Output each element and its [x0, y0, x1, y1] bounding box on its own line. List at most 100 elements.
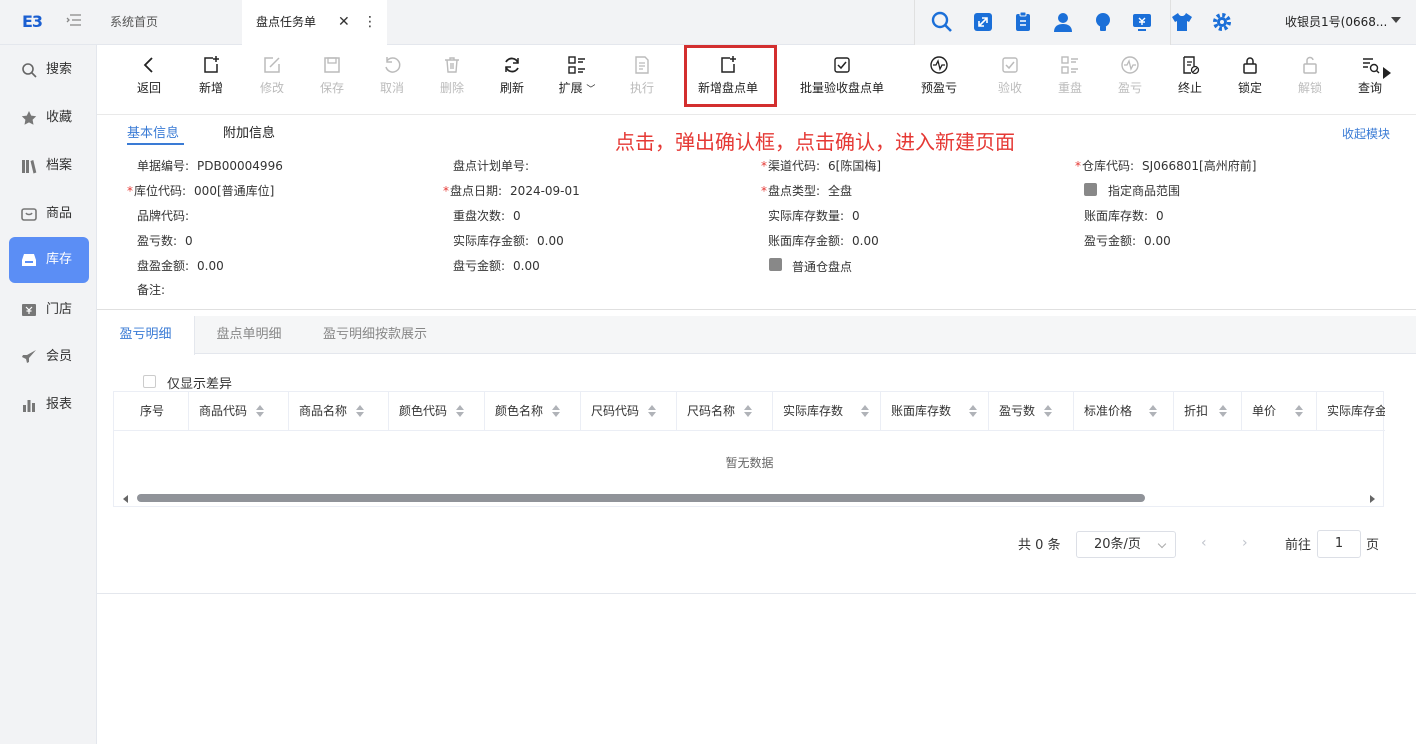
sidebar-item-reports[interactable]: 报表 [9, 382, 89, 428]
column-header[interactable]: 商品代码 [189, 392, 289, 431]
sidebar-item-archive[interactable]: 档案 [9, 143, 89, 189]
clipboard-icon[interactable] [1012, 11, 1034, 33]
more-icon[interactable]: ⋮ [363, 0, 377, 45]
spec-range-checkbox[interactable] [1084, 183, 1097, 196]
user-menu[interactable]: 收银员1号(0668... [1285, 0, 1387, 45]
user-icon[interactable] [1052, 11, 1074, 33]
expand-menu[interactable]: 扩展 ﹀ [556, 55, 598, 103]
checkbox-box[interactable] [143, 375, 156, 388]
tab-stocktake-detail[interactable]: 盘点单明细 [195, 316, 303, 354]
add-button[interactable]: 新增 [199, 55, 223, 103]
tab-profit-by-style[interactable]: 盈亏明细按款展示 [307, 316, 443, 354]
field-label: 盈亏数: [137, 234, 178, 248]
sort-asc-icon[interactable] [356, 405, 364, 410]
field-doc-no: 单据编号: PDB00004996 [137, 157, 283, 174]
sidebar-item-store[interactable]: 门店 [9, 287, 89, 333]
sidebar-item-products[interactable]: 商品 [9, 191, 89, 237]
sort-desc-icon[interactable] [861, 412, 869, 417]
lock-button[interactable]: 锁定 [1238, 55, 1262, 103]
normal-wh-checkbox[interactable] [769, 258, 782, 271]
sort-desc-icon[interactable] [969, 412, 977, 417]
prev-page-button[interactable]: ‹ [1201, 535, 1207, 551]
column-header[interactable]: 盈亏数 [989, 392, 1074, 431]
sidebar-item-inventory[interactable]: 库存 [9, 237, 89, 283]
close-icon[interactable]: ✕ [338, 0, 350, 45]
sort-asc-icon[interactable] [1295, 405, 1303, 410]
sort-desc-icon[interactable] [744, 412, 752, 417]
fullscreen-icon[interactable] [972, 11, 994, 33]
next-page-button[interactable]: › [1242, 535, 1248, 551]
sort-desc-icon[interactable] [648, 412, 656, 417]
column-header[interactable]: 单价 [1242, 392, 1317, 431]
tab-stocktake-task[interactable]: 盘点任务单 ✕ ⋮ [242, 0, 387, 45]
verify-button[interactable]: 验收 [998, 55, 1022, 103]
sort-asc-icon[interactable] [552, 405, 560, 410]
sort-asc-icon[interactable] [861, 405, 869, 410]
sidebar-item-favorites[interactable]: 收藏 [9, 95, 89, 141]
search-icon[interactable] [931, 11, 953, 33]
sort-desc-icon[interactable] [1044, 412, 1052, 417]
save-button[interactable]: 保存 [320, 55, 344, 103]
execute-button[interactable]: 执行 [630, 55, 654, 103]
batch-verify-button[interactable]: 批量验收盘点单 [800, 55, 884, 103]
column-header[interactable]: 颜色代码 [389, 392, 485, 431]
sort-desc-icon[interactable] [456, 412, 464, 417]
scroll-left-icon[interactable] [123, 495, 128, 503]
collapse-module-link[interactable]: 收起模块 [1342, 125, 1390, 142]
sidebar-item-search[interactable]: 搜索 [9, 47, 89, 93]
only-diff-label: 仅显示差异 [167, 377, 233, 392]
back-button[interactable]: 返回 [137, 55, 161, 103]
menu-toggle-icon[interactable] [66, 13, 84, 29]
sort-desc-icon[interactable] [1149, 412, 1157, 417]
sort-desc-icon[interactable] [356, 412, 364, 417]
column-header[interactable]: 折扣 [1174, 392, 1242, 431]
edit-button[interactable]: 修改 [260, 55, 284, 103]
unlock-button[interactable]: 解锁 [1298, 55, 1322, 103]
sort-asc-icon[interactable] [969, 405, 977, 410]
sidebar-item-member[interactable]: 会员 [9, 334, 89, 380]
sort-desc-icon[interactable] [256, 412, 264, 417]
shirt-icon[interactable] [1171, 11, 1193, 33]
field-channel: *渠道代码: 6[陈国梅] [761, 157, 881, 174]
sort-asc-icon[interactable] [1044, 405, 1052, 410]
column-header[interactable]: 实际库存金 [1317, 392, 1385, 431]
sort-asc-icon[interactable] [744, 405, 752, 410]
column-header[interactable]: 商品名称 [289, 392, 389, 431]
terminate-button[interactable]: 终止 [1178, 55, 1202, 103]
sort-asc-icon[interactable] [456, 405, 464, 410]
query-button[interactable]: 查询 [1358, 55, 1382, 103]
tab-extra-info[interactable]: 附加信息 [223, 122, 275, 141]
horizontal-scrollbar[interactable] [114, 492, 1385, 506]
column-header[interactable]: 实际库存数 [773, 392, 881, 431]
tab-basic-info[interactable]: 基本信息 [127, 122, 179, 141]
sort-asc-icon[interactable] [1149, 405, 1157, 410]
sort-desc-icon[interactable] [1219, 412, 1227, 417]
chevron-down-icon[interactable] [1391, 17, 1401, 23]
sort-asc-icon[interactable] [648, 405, 656, 410]
sort-asc-icon[interactable] [256, 405, 264, 410]
cancel-button[interactable]: 取消 [380, 55, 404, 103]
page-size-select[interactable]: 20条/页 [1076, 531, 1176, 558]
column-header[interactable]: 颜色名称 [485, 392, 581, 431]
scrollbar-thumb[interactable] [137, 494, 1145, 502]
sort-desc-icon[interactable] [552, 412, 560, 417]
column-header[interactable]: 尺码代码 [581, 392, 677, 431]
bulb-icon[interactable] [1092, 11, 1114, 33]
cashier-icon[interactable] [1131, 11, 1153, 33]
column-header[interactable]: 尺码名称 [677, 392, 773, 431]
delete-button[interactable]: 删除 [440, 55, 464, 103]
refresh-button[interactable]: 刷新 [500, 55, 524, 103]
tab-profit-detail[interactable]: 盈亏明细 [97, 316, 195, 355]
profit-button[interactable]: 盈亏 [1118, 55, 1142, 103]
recount-button[interactable]: 重盘 [1058, 55, 1082, 103]
scroll-right-icon[interactable] [1370, 495, 1375, 503]
page-input[interactable]: 1 [1317, 530, 1361, 558]
sort-desc-icon[interactable] [1295, 412, 1303, 417]
tab-home[interactable]: 系统首页 [96, 0, 241, 45]
scroll-right-icon[interactable] [1383, 67, 1391, 79]
column-header[interactable]: 账面库存数 [881, 392, 989, 431]
column-header[interactable]: 标准价格 [1074, 392, 1174, 431]
pre-profit-button[interactable]: 预盈亏 [921, 55, 957, 103]
gear-icon[interactable] [1211, 11, 1233, 33]
sort-asc-icon[interactable] [1219, 405, 1227, 410]
